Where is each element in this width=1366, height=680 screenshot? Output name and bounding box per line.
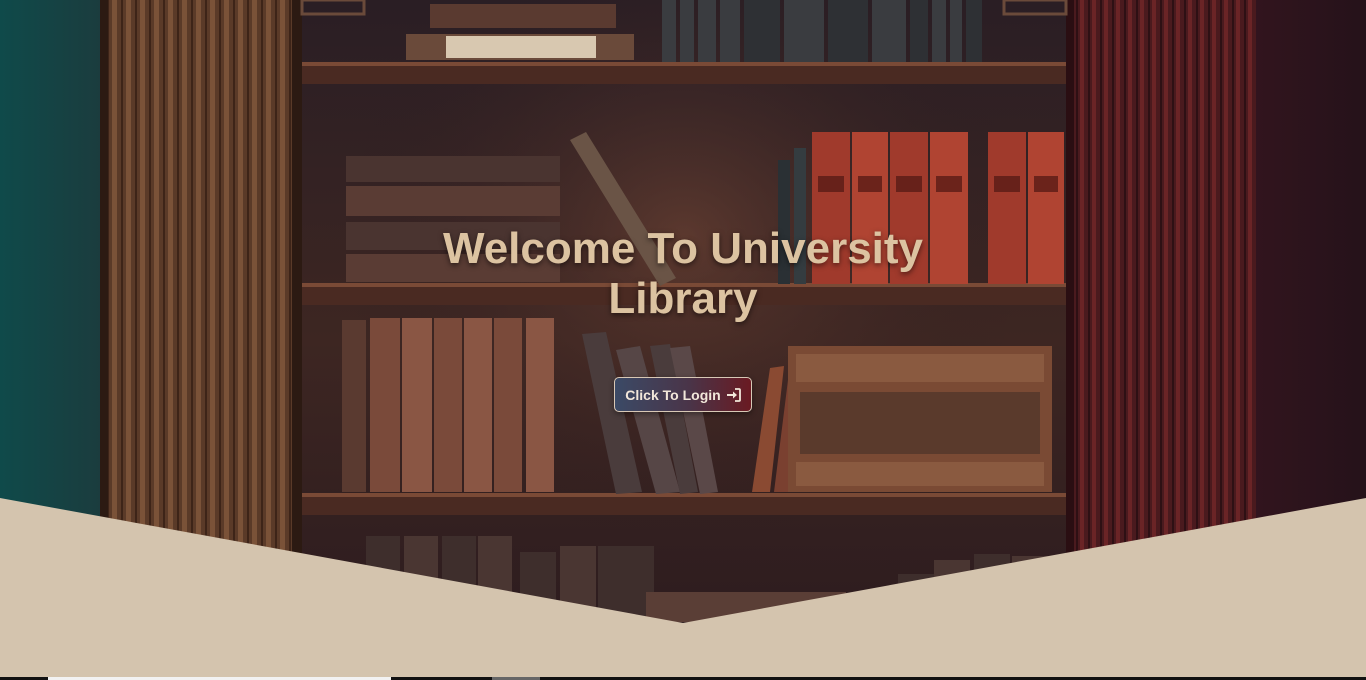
sign-in-icon: [726, 387, 741, 402]
landing-page: Welcome To University Library Click To L…: [0, 0, 1366, 680]
hero-background: [0, 0, 1366, 680]
welcome-heading: Welcome To University Library: [383, 224, 983, 324]
login-button[interactable]: Click To Login: [614, 377, 752, 412]
welcome-heading-line2: Library: [608, 274, 758, 323]
bookshelf-illustration: [0, 0, 1366, 680]
login-button-label: Click To Login: [625, 386, 721, 403]
welcome-heading-line1: Welcome To University: [442, 224, 924, 273]
